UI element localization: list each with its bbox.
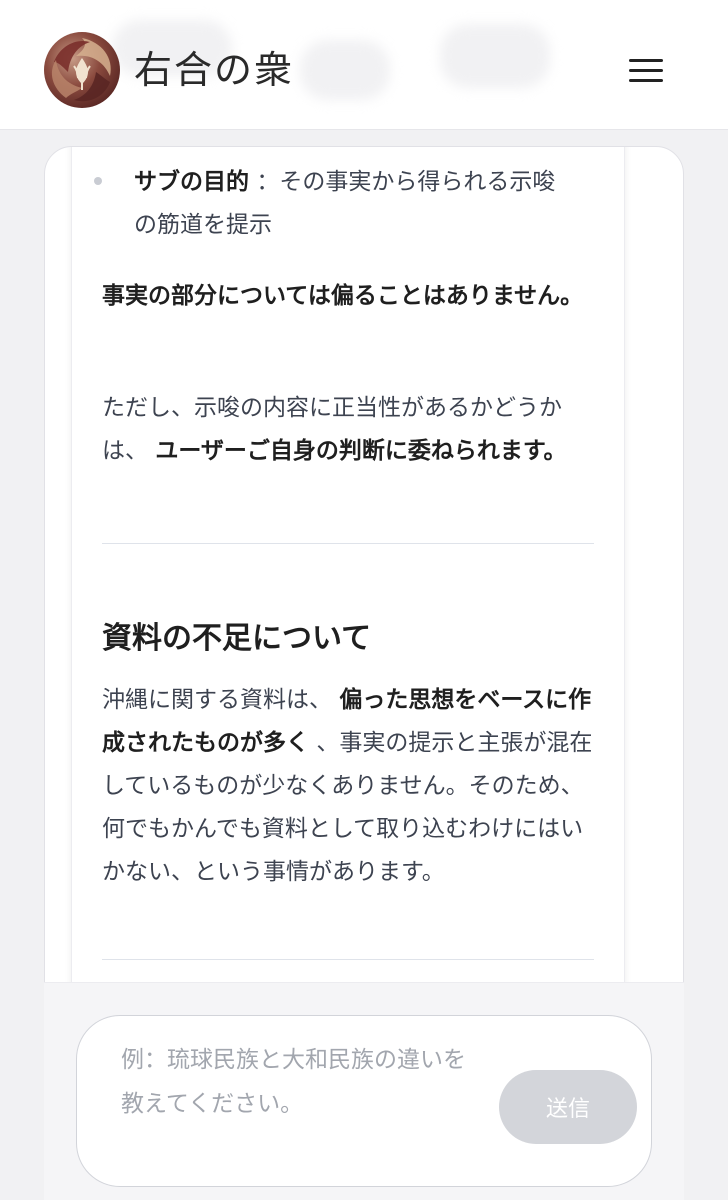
paragraph-materials: 沖縄に関する資料は、 偏った思想をベースに作成されたものが多く 、事実の提示と主… bbox=[102, 679, 602, 894]
send-button[interactable]: 送信 bbox=[499, 1070, 637, 1144]
section-divider bbox=[102, 543, 594, 544]
app-header: 右合の衆 bbox=[0, 0, 728, 130]
menu-bar bbox=[629, 58, 663, 62]
brand-logo-text[interactable]: 右合の衆 bbox=[134, 42, 294, 98]
chat-input-panel: 例：琉球民族と大和民族の違いを教えてください。 送信 bbox=[44, 982, 684, 1200]
hamburger-menu-icon[interactable] bbox=[620, 44, 672, 96]
paragraph-judgement: ただし、示唆の内容に正当性があるかどうかは、 ユーザーご自身の判断に委ねられます… bbox=[102, 387, 602, 473]
menu-bar bbox=[629, 78, 663, 82]
bullet-dot bbox=[94, 177, 102, 185]
list-item-text: サブの目的 ：その事実から得られる示唆の筋道を提示 bbox=[134, 161, 574, 247]
paragraph-bold-statement: 事実の部分については偏ることはありません。 bbox=[102, 283, 584, 309]
paragraph-emphasis: ユーザーご自身の判断に委ねられます。 bbox=[155, 438, 567, 464]
question-input-placeholder: 例：琉球民族と大和民族の違いを教えてください。 bbox=[121, 1047, 466, 1117]
paragraph-text: 沖縄に関する資料は、 bbox=[102, 687, 332, 713]
blurred-nav-shape bbox=[440, 24, 550, 88]
menu-bar bbox=[629, 68, 663, 72]
blurred-nav-shape bbox=[300, 40, 390, 100]
section-divider bbox=[102, 959, 594, 960]
question-input[interactable]: 例：琉球民族と大和民族の違いを教えてください。 送信 bbox=[76, 1015, 652, 1187]
brand-logo-icon[interactable] bbox=[44, 32, 120, 108]
list-item-label: サブの目的 bbox=[134, 169, 249, 195]
section-heading: 資料の不足について bbox=[102, 621, 372, 656]
